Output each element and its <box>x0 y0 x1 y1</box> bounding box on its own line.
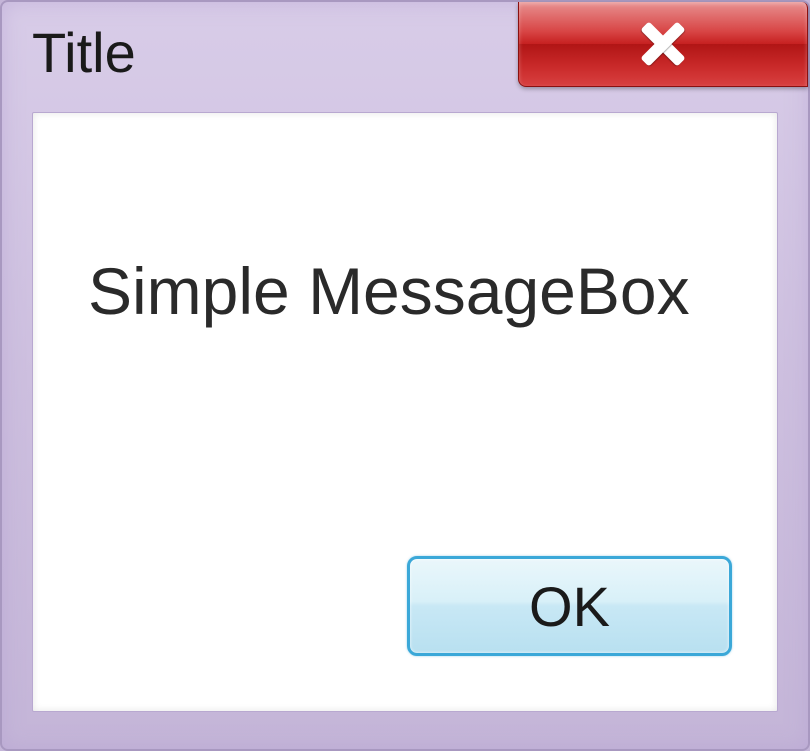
titlebar: Title <box>2 2 808 112</box>
message-area: Simple MessageBox <box>33 113 777 556</box>
close-button[interactable] <box>518 2 808 87</box>
window-title: Title <box>32 20 136 85</box>
close-icon <box>639 24 687 64</box>
content-area: Simple MessageBox OK <box>32 112 778 712</box>
ok-button[interactable]: OK <box>407 556 732 656</box>
button-area: OK <box>33 556 777 711</box>
messagebox-window: Title Simple MessageBox OK <box>0 0 810 751</box>
message-text: Simple MessageBox <box>88 253 690 329</box>
